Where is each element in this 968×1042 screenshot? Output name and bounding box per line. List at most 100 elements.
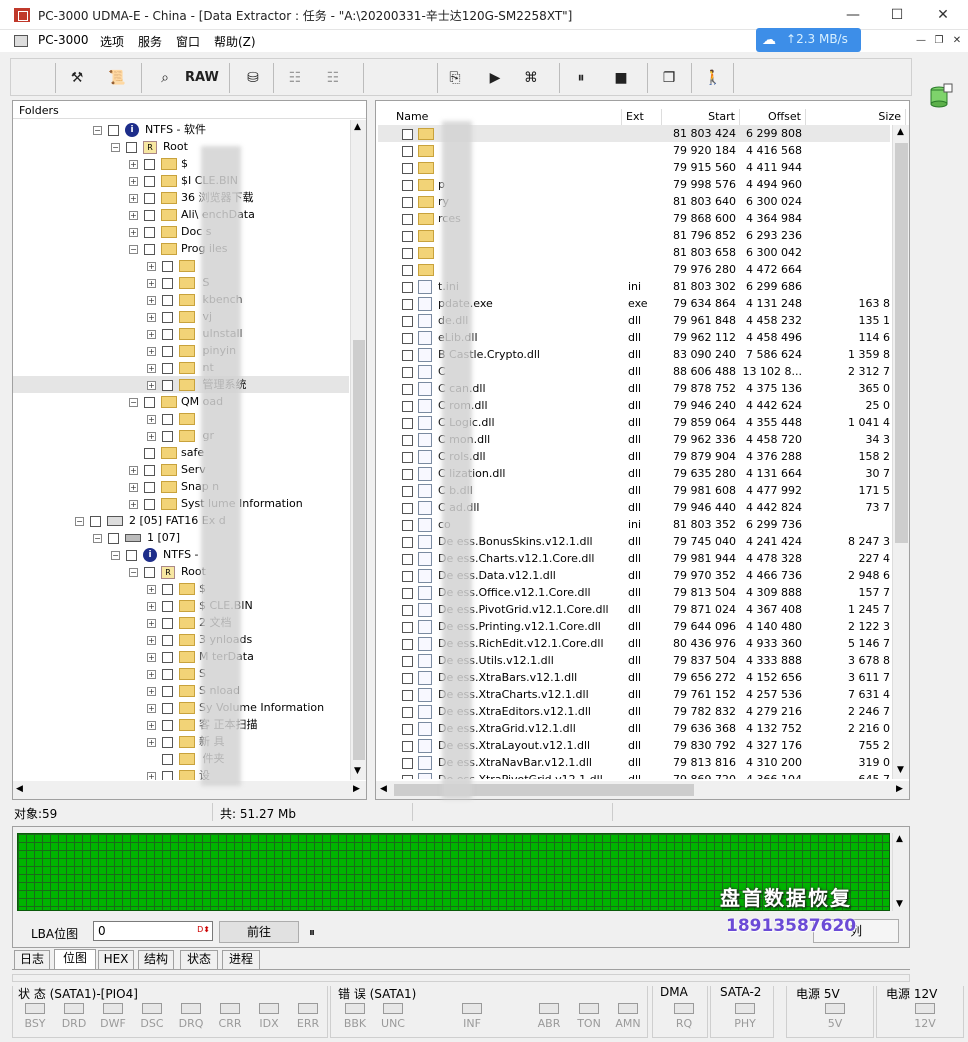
tree-row[interactable]: +S (13, 665, 349, 682)
expand-icon[interactable]: + (147, 618, 156, 628)
tree-checkbox[interactable] (162, 430, 173, 442)
menu-options[interactable]: 选项 (100, 33, 124, 50)
tree-checkbox[interactable] (162, 413, 173, 425)
collapse-icon[interactable]: − (93, 533, 102, 543)
tree-row[interactable]: − i NTFS - 软件 (13, 121, 349, 138)
tree-expand-icon[interactable]: ☷ (281, 65, 309, 91)
collapse-icon[interactable]: − (111, 550, 120, 560)
expand-icon[interactable]: + (147, 737, 156, 747)
raw-button[interactable]: RAW (185, 65, 219, 91)
tree-row[interactable]: + 管理系统 (13, 376, 349, 393)
expand-icon[interactable]: + (147, 278, 156, 288)
tree-checkbox[interactable] (144, 226, 155, 238)
tree-checkbox[interactable] (144, 396, 155, 408)
tree-checkbox[interactable] (90, 515, 101, 527)
file-checkbox[interactable] (402, 706, 413, 718)
tree-row[interactable]: +$ (13, 580, 349, 597)
file-checkbox[interactable] (402, 774, 413, 779)
file-checkbox[interactable] (402, 162, 413, 174)
expand-icon[interactable]: + (147, 414, 156, 424)
file-checkbox[interactable] (402, 315, 413, 327)
tree-checkbox[interactable] (162, 668, 173, 680)
tree-row[interactable]: + S (13, 274, 349, 291)
tree-checkbox[interactable] (162, 770, 173, 780)
files-scroll-thumb[interactable] (895, 143, 908, 543)
tree-checkbox[interactable] (162, 328, 173, 340)
expand-icon[interactable]: + (147, 363, 156, 373)
tree-row[interactable]: + (13, 257, 349, 274)
files-scroll-right-icon[interactable]: ▶ (896, 784, 903, 794)
tree-row[interactable]: −Prog iles (13, 240, 349, 257)
database-icon[interactable] (928, 82, 954, 110)
file-checkbox[interactable] (402, 434, 413, 446)
expand-icon[interactable]: + (147, 329, 156, 339)
expand-icon[interactable]: + (147, 295, 156, 305)
tree-row[interactable]: +Ali\ enchData (13, 206, 349, 223)
tree-checkbox[interactable] (144, 481, 155, 493)
minimize-button[interactable]: — (838, 4, 868, 26)
file-checkbox[interactable] (402, 332, 413, 344)
tree-checkbox[interactable] (108, 124, 119, 136)
expand-icon[interactable]: + (129, 159, 138, 169)
tree-checkbox[interactable] (144, 498, 155, 510)
document-icon[interactable]: 📜 (103, 65, 131, 91)
file-checkbox[interactable] (402, 213, 413, 225)
tree-row[interactable]: +2 文档 (13, 614, 349, 631)
expand-icon[interactable]: + (147, 380, 156, 390)
windows-icon[interactable]: ❐ (655, 65, 683, 91)
expand-icon[interactable]: + (147, 346, 156, 356)
collapse-icon[interactable]: − (111, 142, 120, 152)
expand-icon[interactable]: + (129, 210, 138, 220)
maximize-button[interactable]: ☐ (882, 4, 912, 26)
tree-checkbox[interactable] (144, 175, 155, 187)
file-checkbox[interactable] (402, 553, 413, 565)
file-checkbox[interactable] (402, 349, 413, 361)
file-checkbox[interactable] (402, 230, 413, 242)
map-scrollbar[interactable]: ▲ ▼ (892, 833, 907, 911)
tree-collapse-icon[interactable]: ☷ (319, 65, 347, 91)
collapse-icon[interactable]: − (75, 516, 84, 526)
expand-icon[interactable]: + (129, 193, 138, 203)
tree-checkbox[interactable] (162, 379, 173, 391)
collapse-icon[interactable]: − (129, 567, 138, 577)
tree-checkbox[interactable] (144, 447, 155, 459)
tree-checkbox[interactable] (162, 311, 173, 323)
scroll-left-icon[interactable]: ◀ (16, 784, 23, 794)
tree-checkbox[interactable] (144, 464, 155, 476)
tree-checkbox[interactable] (162, 719, 173, 731)
tree-checkbox[interactable] (162, 702, 173, 714)
tree-row[interactable]: + pinyin (13, 342, 349, 359)
files-scroll-up-icon[interactable]: ▲ (897, 127, 904, 137)
menu-service[interactable]: 服务 (138, 33, 162, 50)
file-checkbox[interactable] (402, 655, 413, 667)
tree-row[interactable]: +M terData (13, 648, 349, 665)
tree-checkbox[interactable] (108, 532, 119, 544)
file-checkbox[interactable] (402, 723, 413, 735)
expand-icon[interactable]: + (129, 176, 138, 186)
file-checkbox[interactable] (402, 264, 413, 276)
collapse-icon[interactable]: − (93, 125, 102, 135)
tree-row[interactable]: +$ (13, 155, 349, 172)
folders-scrollbar[interactable]: ▲ ▼ (350, 120, 366, 780)
decimal-toggle-icon[interactable]: D⬍ (197, 925, 210, 934)
tree-checkbox[interactable] (144, 158, 155, 170)
save-icon[interactable]: ⎘ (441, 65, 469, 91)
tree-row[interactable]: − 1 [07] (13, 529, 349, 546)
goto-button[interactable]: 前往 (219, 921, 299, 943)
file-checkbox[interactable] (402, 468, 413, 480)
tab-bitmap[interactable]: 位图 (54, 949, 96, 969)
file-checkbox[interactable] (402, 638, 413, 650)
expand-icon[interactable]: + (147, 771, 156, 780)
tree-row[interactable]: safe (13, 444, 349, 461)
tree-checkbox[interactable] (162, 617, 173, 629)
tree-checkbox[interactable] (162, 294, 173, 306)
tree-row[interactable]: +Snap n (13, 478, 349, 495)
file-checkbox[interactable] (402, 451, 413, 463)
menu-help[interactable]: 帮助(Z) (214, 33, 256, 50)
tab-status[interactable]: 状态 (180, 950, 218, 969)
files-scroll-left-icon[interactable]: ◀ (380, 784, 387, 794)
disk-open-icon[interactable]: ⛁ (239, 65, 267, 91)
tree-row[interactable]: + Syst lume Information (13, 495, 349, 512)
tree-checkbox[interactable] (162, 634, 173, 646)
expand-icon[interactable]: + (147, 703, 156, 713)
